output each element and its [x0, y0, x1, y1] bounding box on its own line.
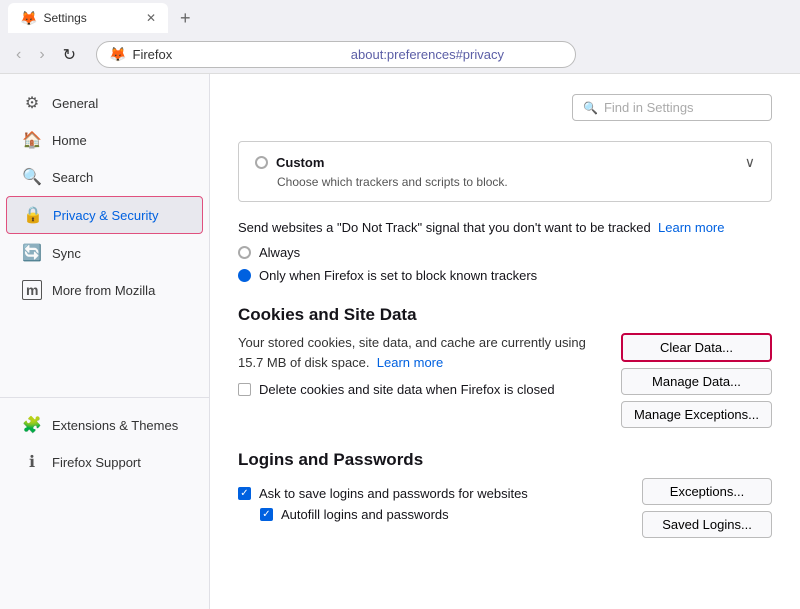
nav-bar: ‹ › ↻ 🦊 Firefox about:preferences#privac… — [0, 36, 800, 74]
browser-icon: 🦊 — [109, 46, 126, 63]
sidebar-label-more: More from Mozilla — [52, 283, 155, 298]
new-tab-button[interactable]: + — [176, 8, 195, 29]
address-url: about:preferences#privacy — [351, 47, 563, 62]
browser-window: 🦊 Settings ✕ + ‹ › ↻ 🦊 Firefox about:pre… — [0, 0, 800, 609]
cookies-learn-more-link[interactable]: Learn more — [377, 355, 443, 370]
home-icon: 🏠 — [22, 130, 42, 150]
address-bar[interactable]: 🦊 Firefox about:preferences#privacy — [96, 41, 576, 68]
saved-logins-button[interactable]: Saved Logins... — [642, 511, 772, 538]
logins-row: ✓ Ask to save logins and passwords for w… — [238, 478, 772, 538]
mozilla-icon: m — [22, 280, 42, 300]
sidebar-item-privacy[interactable]: 🔒 Privacy & Security — [6, 196, 203, 234]
cookies-checkbox-label: Delete cookies and site data when Firefo… — [259, 382, 555, 397]
back-button[interactable]: ‹ — [10, 42, 27, 68]
ask-save-checkbox[interactable]: ✓ — [238, 487, 251, 500]
custom-box: Custom ∨ Choose which trackers and scrip… — [238, 141, 772, 202]
autofill-row[interactable]: ✓ Autofill logins and passwords — [238, 507, 622, 522]
support-icon: ℹ — [22, 452, 42, 472]
logins-heading: Logins and Passwords — [238, 450, 772, 470]
tab-title: Settings — [43, 11, 86, 25]
custom-label-text: Custom — [276, 155, 324, 170]
tab-close-button[interactable]: ✕ — [146, 11, 156, 25]
sidebar-item-support[interactable]: ℹ Firefox Support — [6, 444, 203, 480]
content-area: ⚙ General 🏠 Home 🔍 Search 🔒 Privacy & Se… — [0, 74, 800, 609]
cookies-description: Your stored cookies, site data, and cach… — [238, 333, 601, 372]
sidebar: ⚙ General 🏠 Home 🔍 Search 🔒 Privacy & Se… — [0, 74, 210, 609]
forward-button[interactable]: › — [33, 42, 50, 68]
exceptions-button[interactable]: Exceptions... — [642, 478, 772, 505]
sidebar-label-search: Search — [52, 170, 93, 185]
custom-description: Choose which trackers and scripts to blo… — [255, 175, 755, 189]
sidebar-item-search[interactable]: 🔍 Search — [6, 159, 203, 195]
dnt-always-label: Always — [259, 245, 300, 260]
ask-save-label: Ask to save logins and passwords for web… — [259, 486, 528, 501]
find-icon: 🔍 — [583, 101, 598, 115]
extensions-icon: 🧩 — [22, 415, 42, 435]
sidebar-label-general: General — [52, 96, 98, 111]
dnt-text: Send websites a "Do Not Track" signal th… — [238, 220, 772, 235]
logins-left: ✓ Ask to save logins and passwords for w… — [238, 478, 622, 522]
cookies-checkbox[interactable] — [238, 383, 251, 396]
sidebar-item-home[interactable]: 🏠 Home — [6, 122, 203, 158]
sidebar-label-support: Firefox Support — [52, 455, 141, 470]
title-bar: 🦊 Settings ✕ + — [0, 0, 800, 36]
dnt-always-option[interactable]: Always — [238, 245, 772, 260]
dnt-learn-more-link[interactable]: Learn more — [658, 220, 724, 235]
autofill-checkbox[interactable]: ✓ — [260, 508, 273, 521]
dnt-description: Send websites a "Do Not Track" signal th… — [238, 220, 651, 235]
dnt-only-when-option[interactable]: Only when Firefox is set to block known … — [238, 268, 772, 283]
tab-favicon: 🦊 — [20, 10, 37, 27]
find-placeholder: Find in Settings — [604, 100, 694, 115]
manage-data-button[interactable]: Manage Data... — [621, 368, 772, 395]
dnt-only-when-label: Only when Firefox is set to block known … — [259, 268, 537, 283]
sidebar-label-privacy: Privacy & Security — [53, 208, 158, 223]
chevron-down-icon[interactable]: ∨ — [745, 154, 755, 171]
active-tab[interactable]: 🦊 Settings ✕ — [8, 3, 168, 33]
sidebar-label-sync: Sync — [52, 246, 81, 261]
general-icon: ⚙ — [22, 93, 42, 113]
sidebar-label-extensions: Extensions & Themes — [52, 418, 178, 433]
clear-data-button[interactable]: Clear Data... — [621, 333, 772, 362]
cookies-checkbox-row[interactable]: Delete cookies and site data when Firefo… — [238, 382, 601, 397]
address-prefix: Firefox — [133, 47, 345, 62]
ask-save-row[interactable]: ✓ Ask to save logins and passwords for w… — [238, 486, 622, 501]
custom-label-row: Custom — [255, 155, 324, 170]
dnt-always-radio[interactable] — [238, 246, 251, 259]
sidebar-item-extensions[interactable]: 🧩 Extensions & Themes — [6, 407, 203, 443]
sidebar-item-sync[interactable]: 🔄 Sync — [6, 235, 203, 271]
reload-button[interactable]: ↻ — [57, 41, 82, 69]
autofill-label: Autofill logins and passwords — [281, 507, 449, 522]
cookies-buttons: Clear Data... Manage Data... Manage Exce… — [621, 333, 772, 428]
dnt-only-when-radio[interactable] — [238, 269, 251, 282]
cookies-row: Your stored cookies, site data, and cach… — [238, 333, 772, 428]
custom-radio[interactable] — [255, 156, 268, 169]
search-icon: 🔍 — [22, 167, 42, 187]
logins-buttons: Exceptions... Saved Logins... — [642, 478, 772, 538]
sidebar-label-home: Home — [52, 133, 87, 148]
lock-icon: 🔒 — [23, 205, 43, 225]
find-settings-input[interactable]: 🔍 Find in Settings — [572, 94, 772, 121]
sidebar-item-general[interactable]: ⚙ General — [6, 85, 203, 121]
cookies-heading: Cookies and Site Data — [238, 305, 772, 325]
sidebar-item-more[interactable]: m More from Mozilla — [6, 272, 203, 308]
sync-icon: 🔄 — [22, 243, 42, 263]
custom-header: Custom ∨ — [255, 154, 755, 171]
main-panel: 🔍 Find in Settings Custom ∨ Choose which… — [210, 74, 800, 609]
find-settings-bar: 🔍 Find in Settings — [238, 94, 772, 121]
manage-exceptions-button[interactable]: Manage Exceptions... — [621, 401, 772, 428]
cookies-left: Your stored cookies, site data, and cach… — [238, 333, 601, 397]
